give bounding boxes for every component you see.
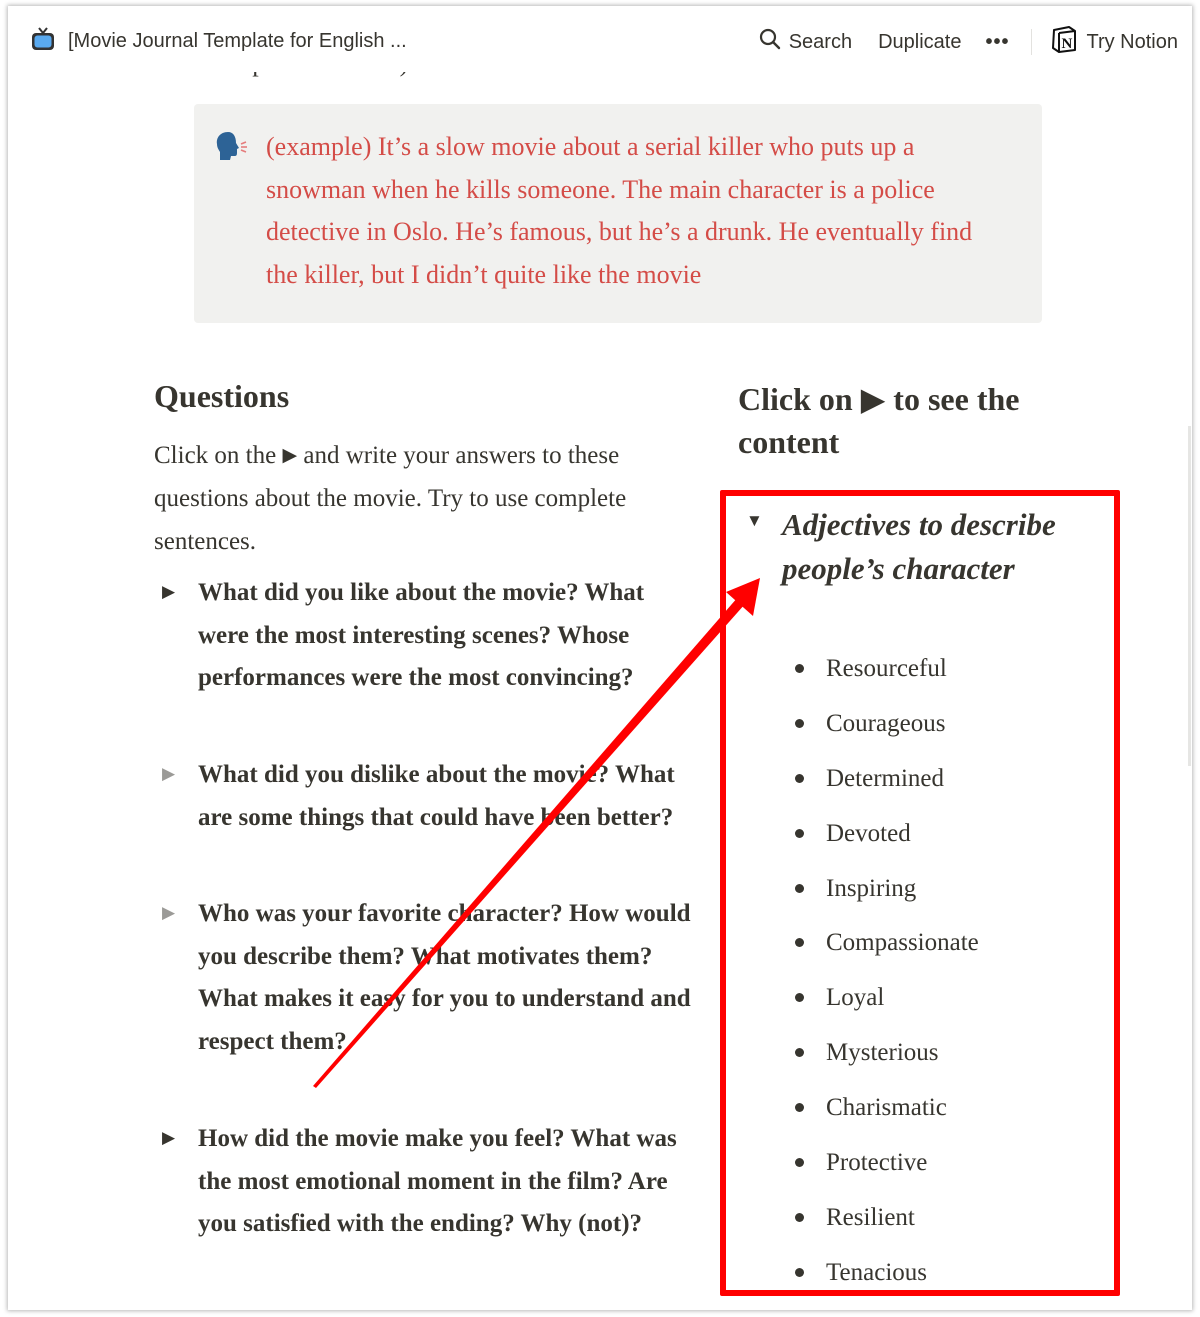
list-item: Tenacious (790, 1250, 979, 1305)
adjective-text[interactable]: Protective (826, 1149, 927, 1176)
adjective-text[interactable]: Charismatic (826, 1094, 947, 1121)
bullet-icon (795, 773, 804, 783)
question-text[interactable]: Who was your favorite character? How wou… (198, 893, 694, 1063)
question-toggle[interactable]: ▶ How did the movie make you feel? What … (154, 1118, 694, 1246)
question-toggle[interactable]: ▶ Who was your favorite character? How w… (154, 893, 694, 1063)
search-button[interactable]: Search (759, 28, 852, 56)
notion-page-window: [Movie Journal Template for English ... … (8, 6, 1192, 1310)
toggle-arrow-right-icon[interactable]: ▶ (162, 582, 175, 602)
bullet-icon (795, 1212, 804, 1222)
adjectives-list: Resourceful Courageous Determined Devote… (790, 646, 979, 1305)
bullet-icon (795, 993, 804, 1003)
svg-text:N: N (1062, 36, 1073, 52)
list-item: Protective (790, 1140, 979, 1195)
adjective-text[interactable]: Tenacious (826, 1259, 927, 1286)
search-label: Search (788, 30, 853, 53)
adjective-text[interactable]: Resourceful (826, 655, 947, 682)
list-item: Determined (790, 756, 979, 811)
top-bar: [Movie Journal Template for English ... … (8, 6, 1192, 72)
toolbar-divider (1031, 29, 1033, 55)
list-item: Devoted (790, 811, 979, 866)
adjectives-toggle[interactable]: ▼ Adjectives to describe people’s charac… (738, 503, 1098, 591)
scrollbar[interactable] (1188, 426, 1191, 766)
content-panel-heading: Click on ▶ to see the content (738, 381, 1020, 460)
toggle-arrow-right-icon[interactable]: ▶ (162, 764, 175, 784)
adjective-text[interactable]: Loyal (826, 984, 884, 1011)
duplicate-button[interactable]: Duplicate (878, 31, 961, 54)
adjective-text[interactable]: Devoted (826, 820, 911, 847)
toggle-arrow-right-icon[interactable]: ▶ (162, 1128, 175, 1148)
list-item: Inspiring (790, 866, 979, 921)
bullet-icon (795, 664, 804, 673)
question-toggle[interactable]: ▶ What did you dislike about the movie? … (154, 754, 694, 839)
search-icon (759, 28, 781, 56)
question-toggle[interactable]: ▶ What did you like about the movie? Wha… (154, 572, 694, 700)
adjective-text[interactable]: Determined (826, 765, 944, 792)
bullet-icon (795, 1158, 804, 1168)
bullet-icon (795, 828, 804, 838)
questions-intro: Click on the ▶ and write your answers to… (154, 434, 674, 563)
bullet-icon (795, 1267, 804, 1277)
list-item: Compassionate (790, 920, 979, 975)
adjective-text[interactable]: Compassionate (826, 929, 979, 956)
list-item: Mysterious (790, 1030, 979, 1085)
question-text[interactable]: What did you dislike about the movie? Wh… (198, 754, 694, 839)
bullet-icon (795, 718, 804, 728)
list-item: Courageous (790, 701, 979, 756)
page-breadcrumb[interactable]: [Movie Journal Template for English ... (30, 26, 407, 57)
bullet-icon (795, 938, 804, 948)
try-notion-button[interactable]: N Try Notion (1050, 25, 1178, 59)
toggle-arrow-right-icon[interactable]: ▶ (162, 903, 175, 923)
question-text[interactable]: What did you like about the movie? What … (198, 572, 694, 700)
adjective-text[interactable]: Inspiring (826, 875, 916, 902)
list-item: Loyal (790, 975, 979, 1030)
tv-icon (30, 26, 56, 57)
example-callout: (example) It’s a slow movie about a seri… (194, 104, 1042, 323)
bullet-icon (795, 1048, 804, 1058)
list-item: Charismatic (790, 1085, 979, 1140)
bullet-icon (795, 883, 804, 893)
speaking-head-icon (214, 130, 248, 169)
bullet-icon (795, 1103, 804, 1113)
adjective-text[interactable]: Mysterious (826, 1039, 939, 1066)
list-item: Resilient (790, 1195, 979, 1250)
more-options-button[interactable]: ••• (985, 31, 1009, 54)
notion-logo-icon: N (1050, 25, 1078, 59)
question-text[interactable]: How did the movie make you feel? What wa… (198, 1118, 694, 1246)
intro-text-before: Click on the (154, 442, 277, 469)
try-notion-label: Try Notion (1086, 30, 1178, 53)
triangle-right-icon: ▶ (282, 445, 298, 466)
adjectives-toggle-title[interactable]: Adjectives to describe people’s characte… (782, 503, 1098, 591)
questions-heading: Questions (154, 378, 290, 414)
list-item: Resourceful (790, 646, 979, 701)
adjective-text[interactable]: Courageous (826, 710, 945, 737)
adjective-text[interactable]: Resilient (826, 1204, 915, 1231)
toggle-arrow-down-icon[interactable]: ▼ (746, 511, 763, 531)
callout-text[interactable]: (example) It’s a slow movie about a seri… (266, 126, 1006, 296)
page-title[interactable]: [Movie Journal Template for English ... (68, 30, 407, 53)
